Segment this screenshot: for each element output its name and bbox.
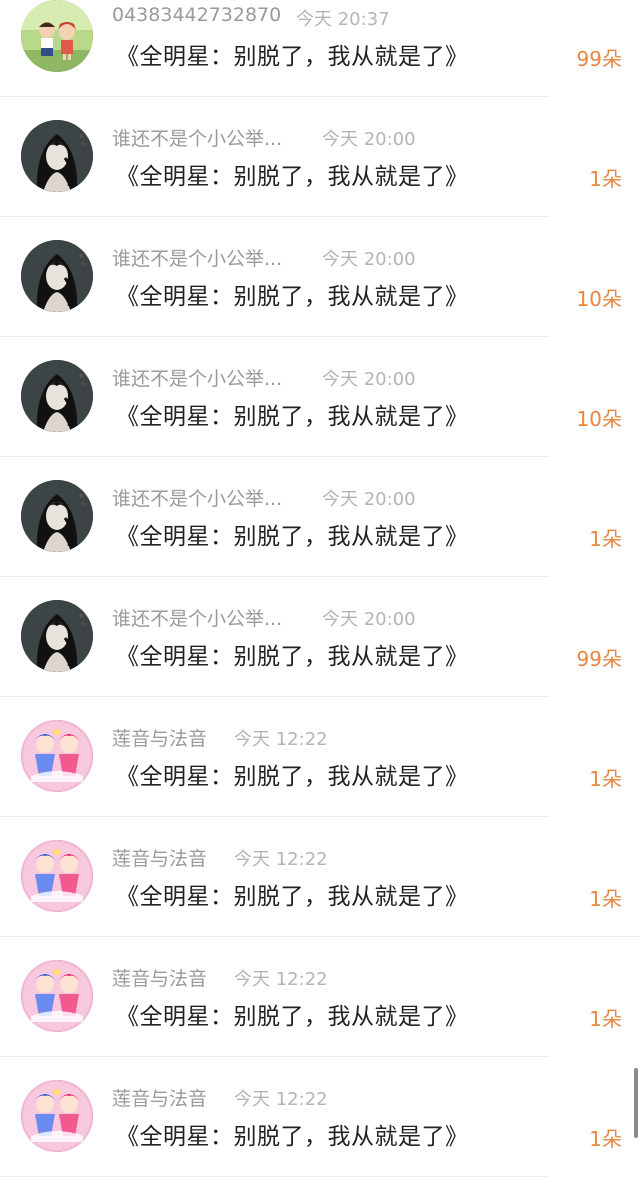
timestamp: 今天 12:22 xyxy=(234,969,328,990)
timestamp: 今天 12:22 xyxy=(234,1089,328,1110)
avatar[interactable] xyxy=(21,480,93,552)
flower-count: 10朵 xyxy=(576,287,622,311)
timestamp: 今天 12:22 xyxy=(234,849,328,870)
item-title: 《全明星：别脱了，我从就是了》 xyxy=(116,884,469,910)
user-name[interactable]: 04383442732870 xyxy=(112,4,281,26)
scrollbar[interactable] xyxy=(634,1068,638,1138)
user-name[interactable]: 谁还不是个小公举... xyxy=(112,604,282,631)
item-title: 《全明星：别脱了，我从就是了》 xyxy=(116,764,469,790)
avatar[interactable] xyxy=(21,840,93,912)
list-item[interactable]: 莲音与法音 今天 12:22 《全明星：别脱了，我从就是了》 1朵 xyxy=(0,937,640,1057)
flower-count: 1朵 xyxy=(589,1127,622,1151)
list-item[interactable]: 莲音与法音 今天 12:22 《全明星：别脱了，我从就是了》 1朵 xyxy=(0,697,640,817)
timestamp: 今天 20:00 xyxy=(322,129,416,150)
item-title: 《全明星：别脱了，我从就是了》 xyxy=(116,1004,469,1030)
user-name[interactable]: 莲音与法音 xyxy=(112,964,207,991)
item-title: 《全明星：别脱了，我从就是了》 xyxy=(116,1124,469,1150)
list-item[interactable]: 莲音与法音 今天 12:22 《全明星：别脱了，我从就是了》 1朵 xyxy=(0,817,640,937)
timestamp: 今天 12:22 xyxy=(234,729,328,750)
timestamp: 今天 20:37 xyxy=(296,9,390,30)
user-name[interactable]: 谁还不是个小公举... xyxy=(112,124,282,151)
timestamp: 今天 20:00 xyxy=(322,249,416,270)
list-item[interactable]: 谁还不是个小公举... 今天 20:00 《全明星：别脱了，我从就是了》 1朵 xyxy=(0,457,640,577)
list-item[interactable]: 谁还不是个小公举... 今天 20:00 《全明星：别脱了，我从就是了》 10朵 xyxy=(0,217,640,337)
avatar[interactable] xyxy=(21,120,93,192)
avatar[interactable] xyxy=(21,720,93,792)
list-item[interactable]: 谁还不是个小公举... 今天 20:00 《全明星：别脱了，我从就是了》 10朵 xyxy=(0,337,640,457)
flower-count: 1朵 xyxy=(589,1007,622,1031)
timestamp: 今天 20:00 xyxy=(322,369,416,390)
avatar[interactable] xyxy=(21,0,93,72)
user-name[interactable]: 谁还不是个小公举... xyxy=(112,364,282,391)
avatar[interactable] xyxy=(21,600,93,672)
flower-count: 1朵 xyxy=(589,887,622,911)
avatar[interactable] xyxy=(21,360,93,432)
user-name[interactable]: 莲音与法音 xyxy=(112,1084,207,1111)
flower-count: 1朵 xyxy=(589,527,622,551)
avatar[interactable] xyxy=(21,960,93,1032)
user-name[interactable]: 莲音与法音 xyxy=(112,844,207,871)
list-item[interactable]: 谁还不是个小公举... 今天 20:00 《全明星：别脱了，我从就是了》 99朵 xyxy=(0,577,640,697)
user-name[interactable]: 谁还不是个小公举... xyxy=(112,484,282,511)
item-title: 《全明星：别脱了，我从就是了》 xyxy=(116,164,469,190)
item-title: 《全明星：别脱了，我从就是了》 xyxy=(116,524,469,550)
flower-count: 1朵 xyxy=(589,167,622,191)
flower-count: 10朵 xyxy=(576,407,622,431)
user-name[interactable]: 谁还不是个小公举... xyxy=(112,244,282,271)
avatar[interactable] xyxy=(21,240,93,312)
item-title: 《全明星：别脱了，我从就是了》 xyxy=(116,44,469,70)
list-item[interactable]: 莲音与法音 今天 12:22 《全明星：别脱了，我从就是了》 1朵 xyxy=(0,1057,640,1177)
list-item[interactable]: 谁还不是个小公举... 今天 20:00 《全明星：别脱了，我从就是了》 1朵 xyxy=(0,97,640,217)
avatar[interactable] xyxy=(21,1080,93,1152)
item-title: 《全明星：别脱了，我从就是了》 xyxy=(116,644,469,670)
user-name[interactable]: 莲音与法音 xyxy=(112,724,207,751)
gift-record-list: 04383442732870 今天 20:37 《全明星：别脱了，我从就是了》 99朵… xyxy=(0,0,640,1177)
flower-count: 99朵 xyxy=(576,647,622,671)
item-title: 《全明星：别脱了，我从就是了》 xyxy=(116,284,469,310)
list-item[interactable]: 04383442732870 今天 20:37 《全明星：别脱了，我从就是了》 99朵 xyxy=(0,0,640,97)
flower-count: 99朵 xyxy=(576,47,622,71)
timestamp: 今天 20:00 xyxy=(322,489,416,510)
item-title: 《全明星：别脱了，我从就是了》 xyxy=(116,404,469,430)
flower-count: 1朵 xyxy=(589,767,622,791)
timestamp: 今天 20:00 xyxy=(322,609,416,630)
